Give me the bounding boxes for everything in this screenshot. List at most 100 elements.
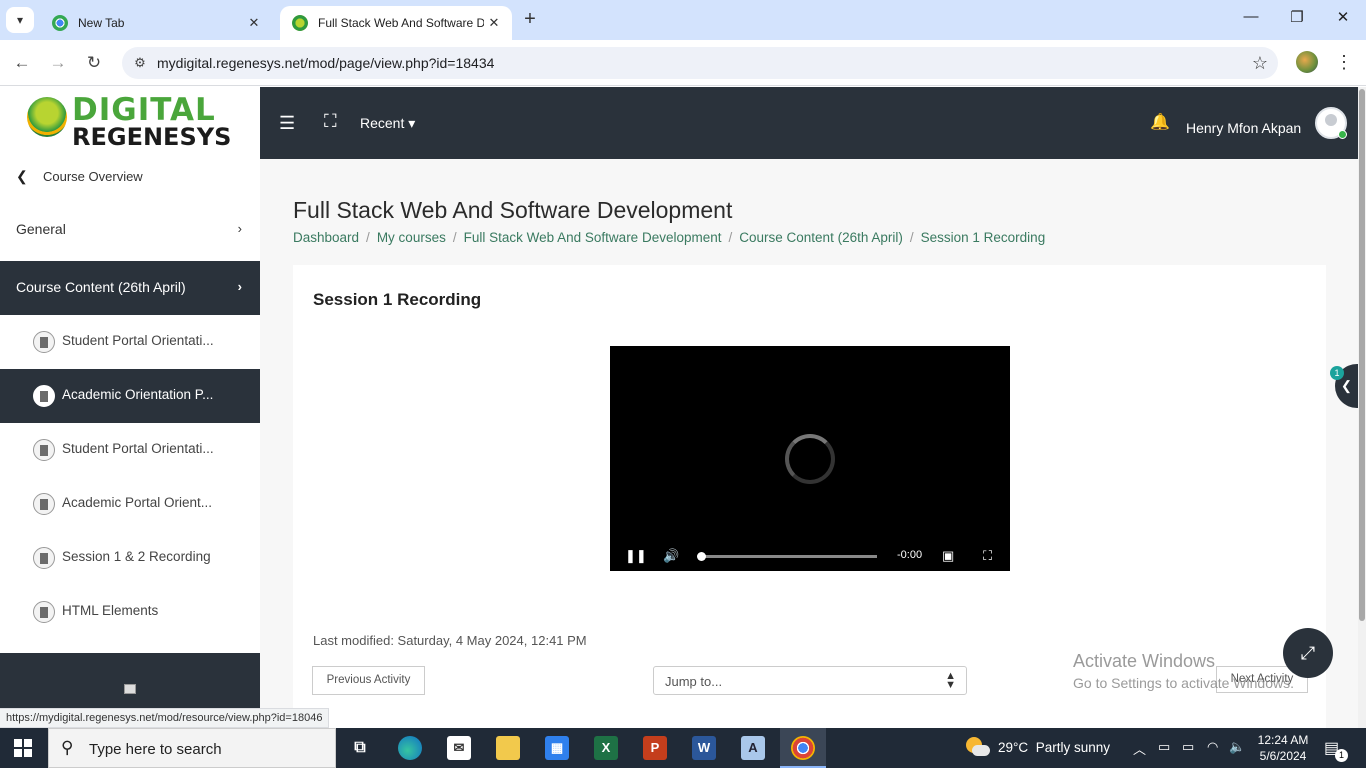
breadcrumb-item[interactable]: Course Content (26th April) — [739, 230, 903, 245]
breadcrumb-item[interactable]: Session 1 Recording — [921, 230, 1046, 245]
system-clock[interactable]: 12:24 AM 5/6/2024 — [1254, 732, 1312, 764]
reload-icon[interactable]: ↻ — [82, 51, 106, 75]
hamburger-menu-icon[interactable]: ☰ — [279, 113, 295, 134]
minimize-icon[interactable]: — — [1236, 8, 1266, 32]
section-label: General — [16, 221, 66, 237]
select-caret-icon: ▲ ▼ — [945, 670, 956, 691]
user-name[interactable]: Henry Mfon Akpan — [1186, 120, 1301, 136]
windows-taskbar: ⚲ Type here to search ⧉ ✉ ▦ X P W A 29°C… — [0, 728, 1366, 768]
recent-dropdown[interactable]: Recent ▾ — [360, 115, 415, 132]
search-placeholder: Type here to search — [89, 741, 222, 758]
tab-title: Full Stack Web And Software De — [318, 16, 484, 30]
wifi-icon[interactable]: ◠ — [1207, 739, 1218, 755]
pause-icon[interactable]: ❚❚ — [625, 548, 647, 564]
sidebar-item[interactable]: HTML Elements — [0, 585, 260, 639]
sidebar-item[interactable]: Student Portal Orientati... — [0, 315, 260, 369]
course-overview-link[interactable]: ❮ Course Overview — [0, 159, 260, 195]
activity-title: Session 1 Recording — [313, 290, 482, 309]
jump-to-select[interactable]: Jump to... ▲ ▼ — [653, 666, 967, 695]
chevron-up-icon[interactable]: ︿ — [1133, 739, 1146, 758]
breadcrumb: Dashboard / My courses / Full Stack Web And … — [293, 230, 1046, 245]
page-scrollbar[interactable] — [1358, 87, 1366, 728]
browser-toolbar: ← → ↻ ⚙ mydigital.regenesys.net/mod/page… — [0, 40, 1366, 86]
windows-start-icon[interactable] — [14, 739, 32, 757]
taskbar-search[interactable]: ⚲ Type here to search — [48, 728, 336, 768]
back-icon[interactable]: ← — [10, 51, 34, 75]
weather-text[interactable]: 29°C Partly sunny — [998, 740, 1110, 755]
forward-icon[interactable]: → — [46, 51, 70, 75]
new-tab-button[interactable]: + — [518, 8, 542, 32]
sidebar-item[interactable]: Session 1 & 2 Recording — [0, 531, 260, 585]
sidebar-item-active[interactable]: Academic Orientation P... — [0, 369, 260, 423]
sidebar-item-label: Academic Portal Orient... — [62, 495, 213, 510]
expand-arrows-icon[interactable]: ⤢ — [1283, 628, 1333, 678]
regenesys-favicon-icon — [292, 15, 308, 31]
file-explorer-icon[interactable] — [496, 736, 520, 760]
address-bar[interactable]: ⚙ mydigital.regenesys.net/mod/page/view.… — [122, 47, 1278, 79]
url-text[interactable]: mydigital.regenesys.net/mod/page/view.ph… — [157, 55, 494, 71]
close-tab-icon[interactable]: ✕ — [484, 15, 504, 31]
sidebar-item[interactable]: Student Portal Orientati... — [0, 423, 260, 477]
volume-tray-icon[interactable]: 🔈 — [1229, 739, 1245, 755]
close-window-icon[interactable]: ✕ — [1328, 8, 1358, 32]
tab-new-tab[interactable]: New Tab ✕ — [40, 6, 272, 40]
meet-now-icon[interactable]: ▭ — [1158, 739, 1170, 755]
store-icon[interactable]: ▦ — [545, 736, 569, 760]
scrollbar-thumb[interactable] — [1359, 89, 1365, 621]
chevron-right-icon: › — [237, 279, 242, 294]
clock-date: 5/6/2024 — [1259, 749, 1307, 763]
video-progress-knob[interactable] — [697, 552, 706, 561]
fullscreen-video-icon[interactable]: ⛶ — [983, 548, 992, 564]
mail-icon[interactable]: ✉ — [447, 736, 471, 760]
document-icon — [33, 331, 55, 353]
tab-title: New Tab — [78, 16, 125, 30]
document-icon — [33, 493, 55, 515]
chrome-icon[interactable] — [791, 736, 815, 760]
page-title: Full Stack Web And Software Development — [293, 197, 733, 223]
temperature: 29°C — [998, 740, 1029, 755]
browser-menu-icon[interactable]: ⋮ — [1335, 52, 1353, 73]
tab-course-page[interactable]: Full Stack Web And Software De ✕ — [280, 6, 512, 40]
close-tab-icon[interactable]: ✕ — [244, 15, 264, 31]
task-view-icon[interactable]: ⧉ — [348, 736, 372, 760]
edge-icon[interactable] — [398, 736, 422, 760]
sidebar-item-label: Student Portal Orientati... — [62, 441, 214, 456]
document-viewer-icon[interactable]: A — [741, 736, 765, 760]
minimized-icon[interactable] — [124, 684, 136, 694]
breadcrumb-item[interactable]: My courses — [377, 230, 446, 245]
chevron-left-icon: ❮ — [16, 168, 28, 184]
drawer-badge: 1 — [1330, 366, 1344, 380]
video-controls: ❚❚ 🔊 -0:00 ▣ ⛶ — [610, 541, 1010, 571]
tab-search-button[interactable]: ▾ — [6, 7, 34, 33]
battery-icon[interactable]: ▭ — [1182, 739, 1194, 755]
weather-icon[interactable] — [966, 737, 990, 759]
logo-globe-icon — [27, 97, 67, 137]
picture-in-picture-icon[interactable]: ▣ — [942, 548, 954, 564]
breadcrumb-item[interactable]: Full Stack Web And Software Development — [464, 230, 722, 245]
video-player[interactable]: ❚❚ 🔊 -0:00 ▣ ⛶ — [610, 346, 1010, 571]
previous-activity-button[interactable]: Previous Activity — [312, 666, 425, 695]
chevron-right-icon: › — [237, 221, 242, 236]
video-progress-track[interactable] — [700, 555, 877, 558]
profile-avatar-icon[interactable] — [1296, 51, 1318, 73]
bookmark-star-icon[interactable]: ☆ — [1252, 53, 1268, 74]
last-modified: Last modified: Saturday, 4 May 2024, 12:… — [313, 633, 587, 648]
restore-icon[interactable]: ❐ — [1282, 8, 1312, 32]
volume-icon[interactable]: 🔊 — [663, 548, 679, 564]
site-header: DIGITAL REGENESYS ☰ ⛶ Recent ▾ 🔔 Henry M… — [0, 87, 1366, 159]
notification-bell-icon[interactable]: 🔔 — [1150, 112, 1170, 132]
breadcrumb-item[interactable]: Dashboard — [293, 230, 359, 245]
top-navbar: ☰ ⛶ Recent ▾ 🔔 Henry Mfon Akpan — [260, 87, 1358, 159]
logo[interactable]: DIGITAL REGENESYS — [0, 87, 260, 159]
sidebar-item[interactable]: Academic Portal Orient... — [0, 477, 260, 531]
sidebar-section-general[interactable]: General › — [0, 203, 260, 257]
site-info-icon[interactable]: ⚙ — [132, 55, 148, 71]
word-icon[interactable]: W — [692, 736, 716, 760]
book-icon — [33, 601, 55, 623]
logo-text-regenesys: REGENESYS — [72, 123, 232, 151]
powerpoint-icon[interactable]: P — [643, 736, 667, 760]
sidebar-section-course-content[interactable]: Course Content (26th April) › — [0, 261, 260, 315]
logo-text-digital: DIGITAL — [72, 92, 216, 128]
fullscreen-icon[interactable]: ⛶ — [324, 111, 337, 132]
excel-icon[interactable]: X — [594, 736, 618, 760]
